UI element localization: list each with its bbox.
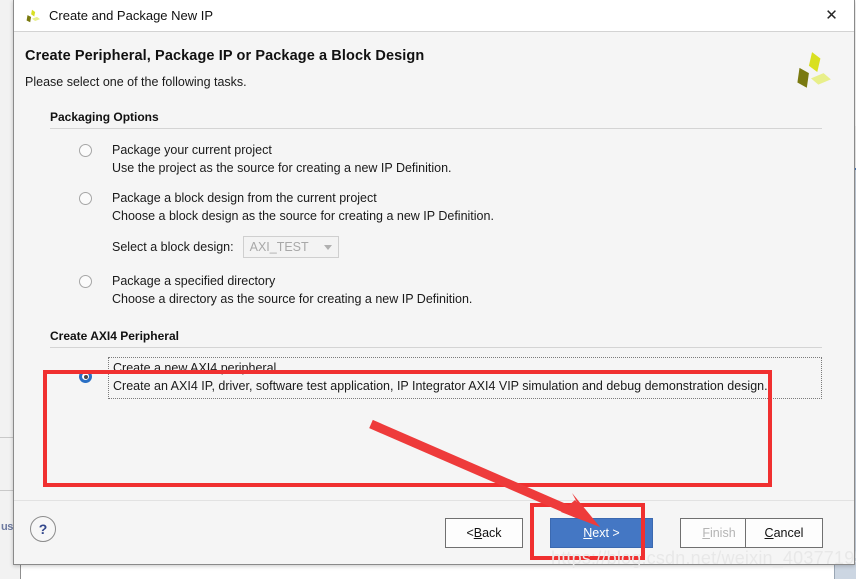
back-button-prefix: < <box>466 526 474 540</box>
radio-package-block-design[interactable] <box>79 192 92 205</box>
next-button[interactable]: Next > <box>550 518 653 548</box>
finish-button-mnemonic: F <box>702 526 710 540</box>
watermark-text: https://blog.csdn.net/weixin_40377195 <box>551 548 856 568</box>
page-subtitle: Please select one of the following tasks… <box>25 75 247 89</box>
block-design-select-label: Select a block design: <box>112 240 234 254</box>
finish-button-label: inish <box>709 526 736 540</box>
option-title: Package a specified directory <box>112 274 276 288</box>
option-description: Choose a directory as the source for cre… <box>112 292 473 306</box>
option-create-new-axi4-peripheral[interactable]: Create a new AXI4 peripheral Create an A… <box>108 357 822 399</box>
cancel-button[interactable]: Cancel <box>745 518 823 548</box>
group-divider <box>50 347 822 348</box>
dialog-body: Packaging Options Package your current p… <box>14 110 854 503</box>
create-axi4-peripheral-legend: Create AXI4 Peripheral <box>50 329 179 343</box>
background-left-text-fragment: us <box>1 521 13 533</box>
cancel-button-label: ancel <box>773 526 804 540</box>
back-button-label: ack <box>482 526 502 540</box>
dialog-title: Create and Package New IP <box>49 8 214 23</box>
xilinx-logo-icon <box>23 7 41 25</box>
close-icon[interactable]: ✕ <box>809 0 854 30</box>
group-divider <box>50 128 822 129</box>
radio-package-specified-directory[interactable] <box>79 275 92 288</box>
xilinx-logo-icon <box>790 48 832 94</box>
help-button[interactable]: ? <box>30 516 56 542</box>
option-title: Package a block design from the current … <box>112 191 377 205</box>
packaging-options-legend: Packaging Options <box>50 110 159 124</box>
back-button-mnemonic: B <box>473 526 483 540</box>
page-title: Create Peripheral, Package IP or Package… <box>25 48 425 64</box>
option-description: Use the project as the source for creati… <box>112 161 452 175</box>
back-button[interactable]: < Back <box>445 518 523 548</box>
radio-create-new-axi4-peripheral[interactable] <box>79 370 92 383</box>
option-title: Package your current project <box>112 143 272 157</box>
radio-package-current-project[interactable] <box>79 144 92 157</box>
cancel-button-mnemonic: C <box>764 526 774 540</box>
option-package-specified-directory[interactable]: Package a specified directory Choose a d… <box>50 273 822 308</box>
next-button-mnemonic: N <box>583 526 593 540</box>
option-title: Create a new AXI4 peripheral <box>113 361 277 375</box>
create-axi4-peripheral-group: Create AXI4 Peripheral Create a new AXI4… <box>50 329 822 399</box>
dialog-titlebar: Create and Package New IP ✕ <box>14 0 854 32</box>
packaging-options-group: Packaging Options Package your current p… <box>50 110 822 308</box>
option-package-current-project[interactable]: Package your current project Use the pro… <box>50 142 822 177</box>
next-button-label: ext > <box>592 526 620 540</box>
dialog-header: Create Peripheral, Package IP or Package… <box>14 32 854 110</box>
option-package-block-design[interactable]: Package a block design from the current … <box>50 190 822 225</box>
option-description: Choose a block design as the source for … <box>112 209 494 223</box>
block-design-select[interactable]: AXI_TEST <box>242 236 339 258</box>
block-design-select-value: AXI_TEST <box>249 240 309 254</box>
block-design-select-row: Select a block design: AXI_TEST <box>50 236 822 258</box>
chevron-down-icon <box>323 244 332 250</box>
option-description: Create an AXI4 IP, driver, software test… <box>113 379 768 393</box>
create-and-package-new-ip-dialog: Create and Package New IP ✕ Create Perip… <box>13 0 855 565</box>
